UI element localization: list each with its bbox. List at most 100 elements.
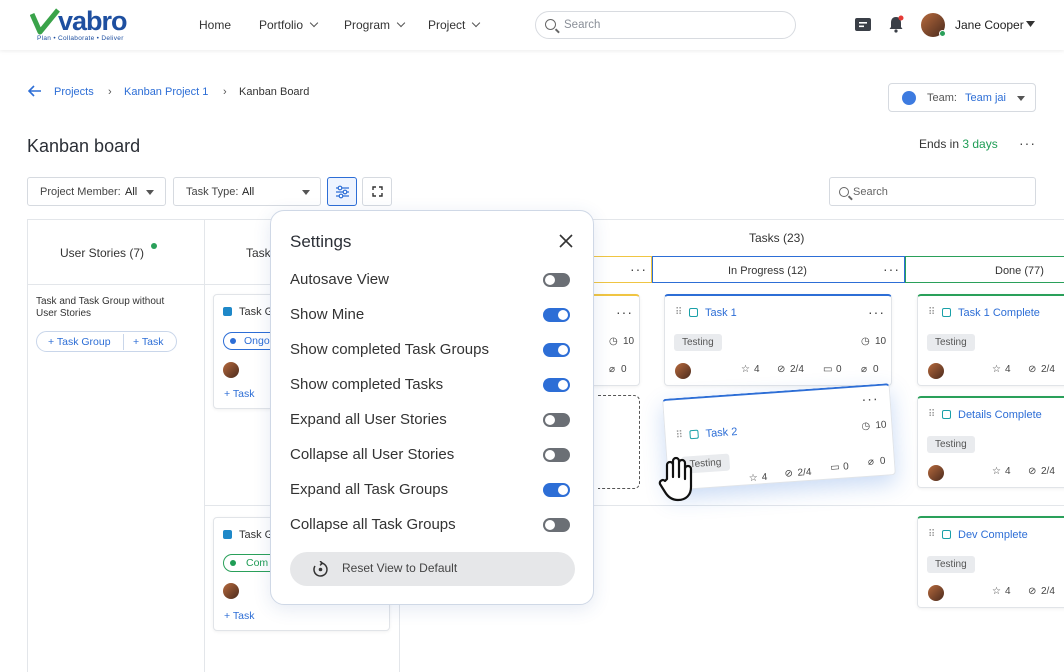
breadcrumb-current: Kanban Board [239,86,310,98]
checklist-count: 2/4 [1041,466,1055,477]
task-title[interactable]: Dev Complete [958,529,1028,541]
drag-handle-icon[interactable]: ⠿ [928,529,935,540]
nav-project[interactable]: Project [428,18,481,32]
bell-icon[interactable] [888,15,904,33]
settings-popover: Settings Autosave View Show Mine Show co… [270,210,594,605]
grab-hand-cursor-icon [658,456,693,502]
toggle-switch[interactable] [543,448,570,462]
breadcrumb-separator-icon: › [108,86,112,98]
dragged-task-card[interactable]: ⠿ Task 2 ··· Testing ◷ 10 ☆ 4 ⊘ 2/4 ▭ 0 … [662,383,896,491]
toggle-switch[interactable] [543,308,570,322]
type-filter-value: All [242,186,255,198]
inbox-icon[interactable] [854,17,872,32]
toggle-switch[interactable] [543,518,570,532]
chevron-down-icon [472,18,481,28]
clock-icon: ◷ [861,336,870,347]
hours-value: 10 [875,419,887,432]
user-name[interactable]: Jane Cooper [955,18,1024,32]
column-menu-icon[interactable]: ··· [883,261,900,277]
task-card[interactable]: ⠿ Task 1 Complete Testing ☆ 4 ⊘ 2/4 [917,294,1064,386]
search-icon [839,187,849,197]
global-search-input[interactable]: Search [535,11,796,39]
logo[interactable]: vabro [58,6,128,37]
user-stories-header: User Stories (7) [60,246,145,260]
stars-count: 4 [1005,466,1011,477]
divider [27,219,28,672]
drag-handle-icon[interactable]: ⠿ [675,430,683,441]
task-title[interactable]: Details Complete [958,409,1042,421]
task-card[interactable]: ⠿ Task 1 ··· Testing ◷ 10 ☆ 4 ⊘ 2/4 ▭ 0 … [664,294,892,386]
team-label: Team: [927,92,957,104]
drag-handle-icon[interactable]: ⠿ [928,307,935,318]
task-title[interactable]: Task 2 [705,426,738,440]
team-select[interactable]: Team: Team jai [888,83,1036,112]
task-title[interactable]: Task 1 [705,307,737,319]
checklist-icon: ⊘ [1028,364,1037,375]
toggle-switch[interactable] [543,343,570,357]
caret-down-icon [146,190,154,195]
setting-label: Show completed Task Groups [290,341,489,358]
board-search-placeholder: Search [853,186,888,198]
member-filter-value: All [125,186,138,198]
drag-handle-icon[interactable]: ⠿ [928,409,935,420]
task-card[interactable]: ⠿ Dev Complete Testing ☆ 4 ⊘ 2/4 [917,516,1064,608]
card-menu-icon[interactable]: ··· [861,390,879,407]
breadcrumb-projects[interactable]: Projects [54,86,94,98]
task-title[interactable]: Task 1 Complete [958,307,1040,319]
star-icon: ☆ [741,364,750,375]
toggle-switch[interactable] [543,378,570,392]
nav-portfolio[interactable]: Portfolio [259,18,319,32]
attachment-count: 0 [873,364,879,375]
caret-down-icon[interactable] [1026,21,1035,27]
nav-home[interactable]: Home [199,18,231,32]
checklist-icon: ⊘ [784,468,794,480]
close-icon[interactable] [559,234,573,248]
task-icon [942,308,951,317]
nav-program[interactable]: Program [344,18,406,32]
fullscreen-button[interactable] [362,177,392,206]
tag-badge: Testing [674,334,722,351]
task-type-filter[interactable]: Task Type: All [173,177,321,206]
board-search-input[interactable]: Search [829,177,1036,206]
toggle-switch[interactable] [543,483,570,497]
nav-program-label: Program [344,18,391,32]
online-status-dot [939,30,946,37]
add-task-group-button[interactable]: + Task Group [48,336,111,348]
breadcrumb-separator-icon: › [223,86,227,98]
tag-badge: Testing [927,436,975,453]
checklist-count: 2/4 [1041,586,1055,597]
setting-label: Expand all Task Groups [290,481,449,498]
back-arrow-icon[interactable] [28,85,42,97]
checklist-icon: ⊘ [1028,466,1037,477]
done-label: Done (77) [995,265,1044,277]
drag-handle-icon[interactable]: ⠿ [675,307,682,318]
reset-view-button[interactable]: Reset View to Default [290,552,575,586]
logo-tagline: Plan • Collaborate • Deliver [37,35,124,42]
setting-collapse-task-groups: Collapse all Task Groups [290,516,590,534]
toggle-switch[interactable] [543,273,570,287]
checklist-count: 2/4 [790,364,804,375]
chevron-down-icon [309,18,319,28]
setting-show-completed-task-groups: Show completed Task Groups [290,341,590,359]
add-task-link[interactable]: + Task [224,610,254,622]
checklist-count: 2/4 [1041,364,1055,375]
column-menu-icon[interactable]: ··· [630,261,647,277]
avatar [928,465,944,481]
task-icon [942,530,951,539]
stars-count: 4 [1005,364,1011,375]
add-task-link[interactable]: + Task [224,388,254,400]
add-task-button[interactable]: + Task [133,336,163,348]
breadcrumb-project[interactable]: Kanban Project 1 [124,86,208,98]
settings-sliders-button[interactable] [327,177,357,206]
attachment-icon: ⌀ [861,364,868,375]
card-menu-icon[interactable]: ··· [868,304,885,320]
setting-label: Collapse all User Stories [290,446,455,463]
project-member-filter[interactable]: Project Member: All [27,177,166,206]
more-options-icon[interactable]: ··· [1019,135,1036,151]
task-card[interactable]: ⠿ Details Complete Testing ☆ 4 ⊘ 2/4 [917,396,1064,488]
toggle-switch[interactable] [543,413,570,427]
card-menu-icon[interactable]: ··· [616,304,633,320]
avatar [928,363,944,379]
story-actions: + Task Group + Task [36,331,177,352]
setting-label: Autosave View [290,271,389,288]
